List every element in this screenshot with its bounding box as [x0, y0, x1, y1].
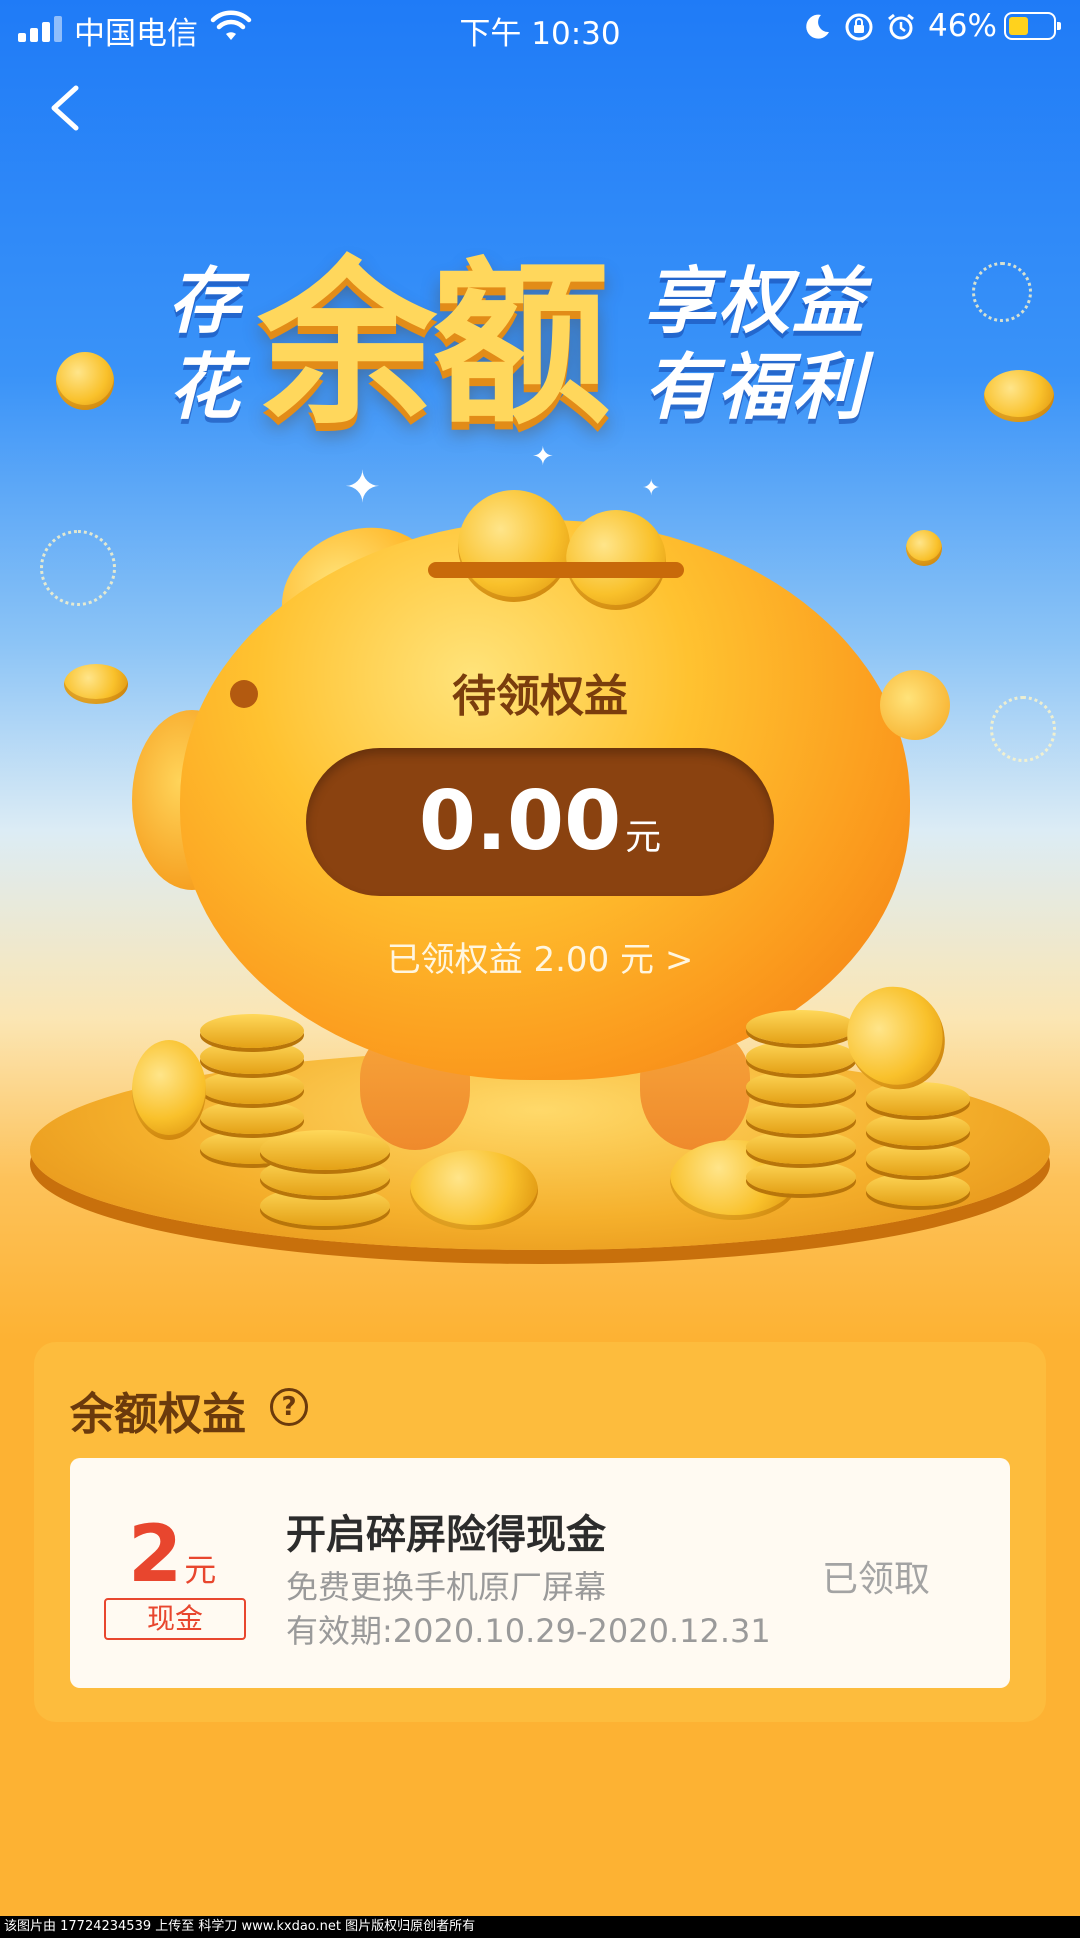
- yuan-coin-icon: [410, 1150, 538, 1230]
- benefit-validity: 有效期:2020.10.29-2020.12.31: [286, 1612, 771, 1650]
- yuan-coin-icon: [458, 490, 570, 602]
- benefit-title: 开启碎屏险得现金: [286, 1512, 606, 1558]
- watermark-footer: 该图片由 17724234539 上传至 科学刀 www.kxdao.net 图…: [0, 1916, 1080, 1938]
- flying-coin-icon: [906, 530, 942, 566]
- benefit-card[interactable]: 2元 现金 开启碎屏险得现金 免费更换手机原厂屏幕 有效期:2020.10.29…: [70, 1458, 1010, 1688]
- status-bar: 中国电信 下午 10:30 46%: [0, 0, 1080, 54]
- yuan-coin-icon: [566, 510, 666, 610]
- moon-icon: [806, 14, 829, 39]
- battery-percent: 46%: [928, 8, 997, 44]
- claimed-benefits-link[interactable]: 已领权益 2.00 元 >: [0, 932, 1080, 981]
- benefit-amount-value: 2: [128, 1510, 183, 1600]
- coin-slot: [428, 562, 684, 578]
- battery-icon: [1004, 12, 1061, 40]
- battery-level-fill: [1009, 17, 1028, 35]
- sparkle-icon: ✦: [532, 442, 554, 472]
- pending-amount-unit: 元: [625, 817, 662, 858]
- headline-right-top: 享权益: [644, 259, 867, 343]
- firework-icon: [40, 530, 116, 606]
- balance-benefits-section: 余额权益 ? 2元 现金 开启碎屏险得现金 免费更换手机原厂屏幕 有效期:202…: [34, 1342, 1046, 1722]
- firework-icon: [972, 262, 1032, 322]
- benefit-amount: 2元: [128, 1510, 216, 1600]
- pending-amount: 0.00: [418, 774, 622, 869]
- status-time: 下午 10:30: [459, 16, 621, 52]
- flying-coin-icon: [56, 352, 114, 410]
- yuan-coin-icon: [132, 1040, 206, 1140]
- benefit-type-tag: 现金: [104, 1598, 246, 1640]
- benefit-claimed-status: 已领取: [822, 1559, 931, 1600]
- sparkle-icon: ✦: [642, 476, 661, 501]
- help-icon[interactable]: ?: [270, 1388, 308, 1426]
- coin-stack: [746, 1010, 856, 1200]
- chevron-left-icon[interactable]: [40, 80, 96, 136]
- alarm-icon: [888, 13, 914, 40]
- benefit-amount-unit: 元: [184, 1551, 217, 1589]
- coin-stack: [866, 1080, 970, 1210]
- pending-benefits-title: 待领权益: [452, 671, 628, 722]
- sparkle-icon: ✦: [344, 462, 381, 513]
- flying-coin-icon: [984, 370, 1054, 422]
- pending-amount-display: 0.00 元: [306, 748, 774, 896]
- coin-stack: [260, 1130, 390, 1230]
- section-title: 余额权益: [70, 1389, 246, 1440]
- benefit-description: 免费更换手机原厂屏幕: [286, 1568, 607, 1606]
- headline-left-top: 存: [168, 259, 243, 343]
- orientation-lock-icon: [845, 13, 873, 41]
